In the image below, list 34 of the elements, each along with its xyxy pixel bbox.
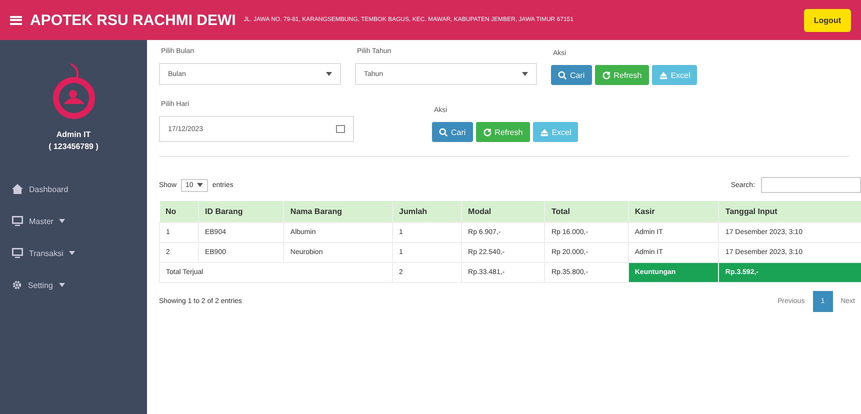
sidebar-item[interactable]: Dashboard bbox=[0, 173, 147, 205]
app-title: APOTEK RSU RACHMI DEWI bbox=[30, 12, 236, 28]
upload-icon bbox=[658, 70, 668, 80]
user-id: ( 123456789 ) bbox=[48, 142, 100, 151]
caret-icon bbox=[58, 283, 65, 287]
caret-icon bbox=[59, 219, 66, 223]
refresh-icon bbox=[482, 128, 492, 136]
search-button[interactable]: Cari bbox=[551, 65, 592, 85]
search-icon bbox=[439, 128, 448, 136]
monitor-icon bbox=[12, 216, 23, 226]
column-header[interactable]: Total bbox=[544, 201, 628, 222]
column-header[interactable]: No bbox=[160, 201, 198, 222]
menu-icon[interactable] bbox=[10, 16, 22, 24]
monitor-icon bbox=[12, 248, 23, 258]
refresh-icon bbox=[602, 70, 611, 80]
column-header[interactable]: Modal bbox=[462, 201, 545, 222]
search-button[interactable]: Cari bbox=[432, 122, 473, 142]
settings-icon bbox=[12, 280, 22, 290]
column-header[interactable]: Jumlah bbox=[392, 201, 462, 222]
search-field[interactable] bbox=[761, 177, 861, 193]
calendar-icon bbox=[336, 125, 345, 133]
column-header[interactable]: Nama Barang bbox=[284, 201, 393, 222]
column-header[interactable]: Kasir bbox=[628, 201, 719, 222]
upload-icon bbox=[540, 128, 549, 136]
sidebar-item[interactable]: Setting bbox=[0, 269, 147, 301]
home-icon bbox=[12, 184, 23, 194]
caret-icon bbox=[69, 251, 76, 255]
column-header[interactable]: ID Barang bbox=[198, 201, 284, 222]
search-icon bbox=[558, 70, 567, 80]
user-name: Admin IT bbox=[55, 130, 92, 139]
sidebar-item[interactable]: Transaksi bbox=[0, 237, 147, 269]
logout-button[interactable]: Logout bbox=[804, 8, 851, 32]
column-header[interactable]: Tanggal Input bbox=[718, 201, 861, 222]
sidebar-item[interactable]: Master bbox=[0, 205, 147, 237]
